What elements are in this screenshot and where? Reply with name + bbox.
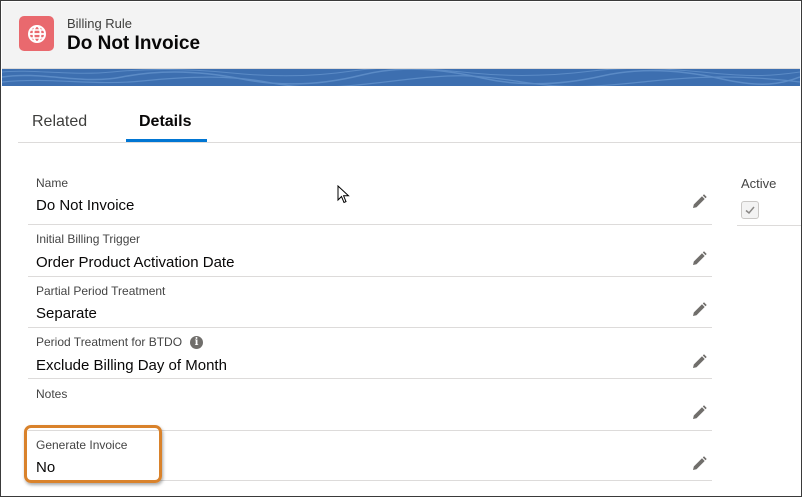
field-partial-period-treatment: Partial Period Treatment Separate [28, 277, 712, 328]
active-tab-indicator [126, 139, 207, 142]
field-name: Name Do Not Invoice [28, 173, 712, 225]
pencil-icon[interactable] [690, 353, 708, 371]
pencil-icon[interactable] [690, 455, 708, 473]
record-type-label: Billing Rule [67, 16, 133, 31]
tab-details[interactable]: Details [139, 113, 191, 131]
decorative-banner [2, 69, 800, 86]
field-value: Order Product Activation Date [36, 254, 235, 271]
divider [737, 225, 801, 226]
field-label: Initial Billing Trigger [36, 232, 141, 246]
field-value: Do Not Invoice [36, 197, 135, 214]
record-title: Do Not Invoice [67, 33, 201, 54]
record-page: Billing Rule Do Not Invoice Related Deta… [0, 0, 802, 497]
field-label: Period Treatment for BTDO [36, 335, 183, 349]
tab-related[interactable]: Related [32, 113, 87, 131]
field-label: Partial Period Treatment [36, 284, 166, 298]
pencil-icon[interactable] [690, 404, 708, 422]
checkmark-icon [745, 206, 755, 215]
record-header: Billing Rule Do Not Invoice [2, 2, 800, 69]
highlight-callout [24, 425, 162, 483]
globe-icon [19, 16, 54, 51]
field-period-treatment-for-btdo: Period Treatment for BTDO i Exclude Billi… [28, 328, 712, 379]
field-label: Name [36, 176, 69, 190]
field-notes: Notes [28, 379, 712, 431]
field-label: Notes [36, 387, 68, 401]
mouse-cursor-icon [337, 184, 351, 205]
pencil-icon[interactable] [690, 193, 708, 211]
pencil-icon[interactable] [690, 301, 708, 319]
field-initial-billing-trigger: Initial Billing Trigger Order Product Ac… [28, 225, 712, 277]
field-value: Exclude Billing Day of Month [36, 357, 227, 374]
active-checkbox [741, 201, 759, 219]
field-label-wrap: Period Treatment for BTDO i [36, 335, 204, 350]
tab-bar: Related Details [18, 101, 801, 143]
active-label: Active [741, 176, 777, 191]
pencil-icon[interactable] [690, 250, 708, 268]
info-icon[interactable]: i [190, 336, 204, 350]
field-value: Separate [36, 305, 97, 322]
